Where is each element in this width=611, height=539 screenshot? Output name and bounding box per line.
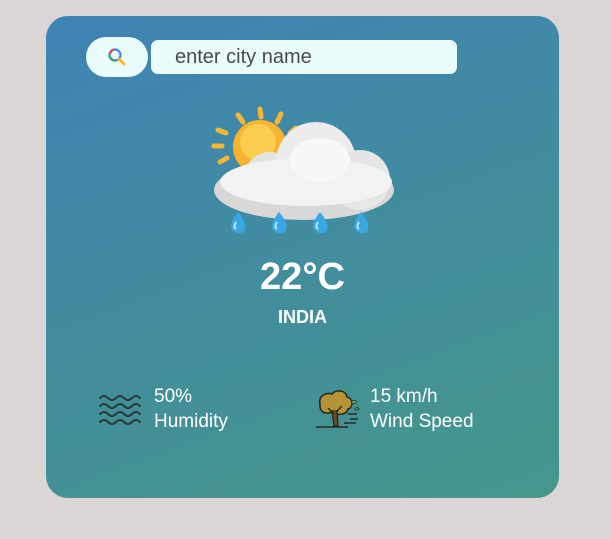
humidity-label: Humidity [154,411,228,432]
sun-cloud-rain-icon [211,106,394,234]
city-name: INDIA [278,307,327,327]
city-search-input[interactable] [151,40,457,74]
wind-speed-label: Wind Speed [370,411,474,432]
humidity-stat: 50% Humidity [98,384,228,434]
humidity-value: 50% [154,386,193,407]
search-icon [108,48,126,66]
humidity-waves-icon [99,395,141,425]
wind-stat: 15 km/h Wind Speed [314,384,474,434]
weather-card: 22°C INDIA 50% Humidity [46,16,559,498]
temperature: 22°C [260,256,345,298]
search-button[interactable] [86,37,148,77]
wind-tree-icon [316,390,360,428]
wind-speed-value: 15 km/h [370,386,438,407]
